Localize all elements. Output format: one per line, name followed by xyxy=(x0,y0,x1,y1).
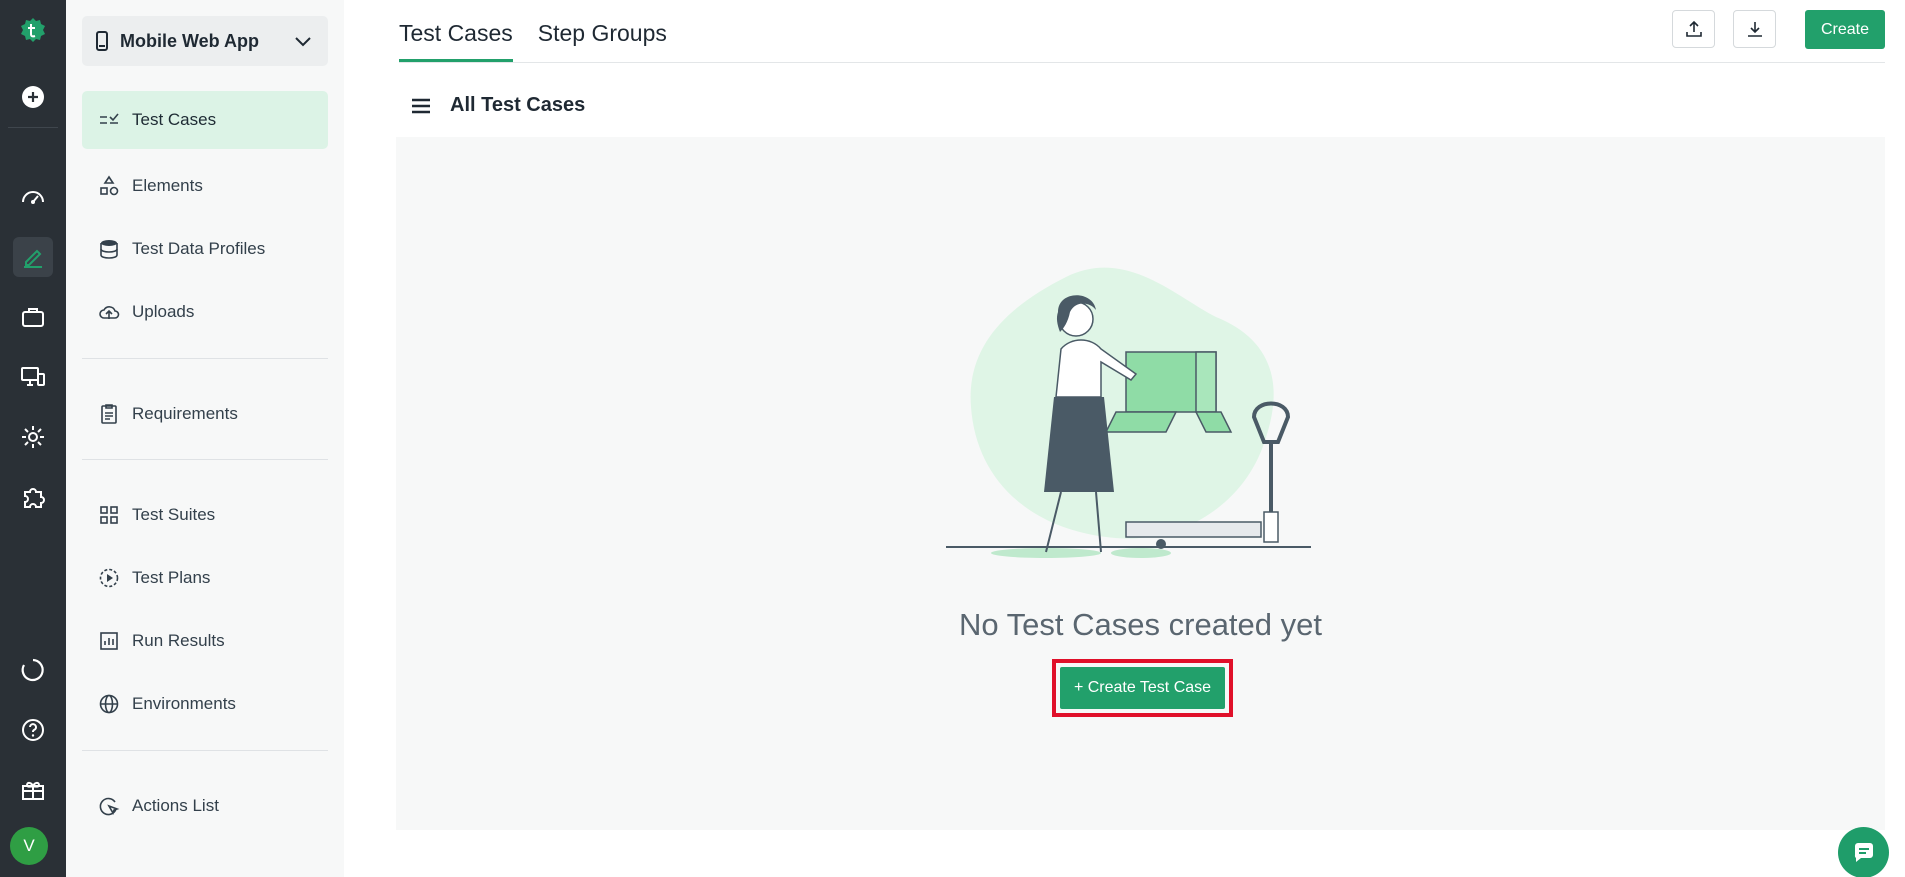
list-title: All Test Cases xyxy=(450,94,586,116)
list-header: All Test Cases xyxy=(410,94,585,117)
sidebar-item-label: Test Plans xyxy=(132,568,211,587)
create-button[interactable]: Create xyxy=(1805,10,1885,49)
sidebar-item-actions-list[interactable]: Actions List xyxy=(82,777,328,835)
sidebar-item-label: Test Suites xyxy=(132,505,216,524)
tab-step-groups[interactable]: Step Groups xyxy=(538,0,667,62)
chat-icon xyxy=(1854,842,1873,862)
devices-icon[interactable] xyxy=(13,357,53,397)
edit-icon[interactable] xyxy=(13,237,53,277)
secondary-sidebar: Mobile Web App Test Cases Elements Test … xyxy=(66,0,344,877)
sidebar-item-environments[interactable]: Environments xyxy=(82,675,328,733)
add-icon[interactable] xyxy=(13,77,53,117)
help-icon[interactable] xyxy=(13,710,53,750)
chevron-down-icon xyxy=(295,37,311,47)
highlight-box: + Create Test Case xyxy=(1052,659,1233,717)
sidebar-divider xyxy=(82,459,328,460)
play-circle-icon xyxy=(99,568,119,588)
sidebar-item-test-suites[interactable]: Test Suites xyxy=(82,486,328,544)
project-name: Mobile Web App xyxy=(120,30,259,51)
sidebar-divider xyxy=(82,750,328,751)
sidebar-item-label: Elements xyxy=(132,176,203,195)
upload-icon xyxy=(1685,20,1702,37)
main-tabs: Test Cases Step Groups xyxy=(399,0,692,62)
chat-support-button[interactable] xyxy=(1838,827,1889,877)
hamburger-menu-icon[interactable] xyxy=(410,95,432,117)
sidebar-item-label: Test Cases xyxy=(132,110,217,129)
export-button[interactable] xyxy=(1733,10,1776,48)
sidebar-item-label: Test Data Profiles xyxy=(132,239,266,258)
puzzle-icon[interactable] xyxy=(13,477,53,517)
empty-state-panel: No Test Cases created yet + Create Test … xyxy=(396,137,1885,830)
tabs-divider xyxy=(399,62,1885,63)
project-selector[interactable]: Mobile Web App xyxy=(82,16,328,66)
sidebar-item-test-plans[interactable]: Test Plans xyxy=(82,549,328,607)
mobile-phone-icon xyxy=(96,31,108,51)
app-rail: V xyxy=(0,0,66,877)
sidebar-item-label: Requirements xyxy=(132,404,238,423)
sidebar-item-label: Run Results xyxy=(132,631,225,650)
download-icon xyxy=(1747,22,1762,37)
clipboard-icon xyxy=(101,404,117,424)
sidebar-item-label: Actions List xyxy=(132,796,219,815)
globe-icon xyxy=(99,694,119,714)
sidebar-divider xyxy=(82,358,328,359)
grid-icon xyxy=(100,506,118,524)
sidebar-item-uploads[interactable]: Uploads xyxy=(82,283,328,341)
dashboard-icon[interactable] xyxy=(13,177,53,217)
sidebar-item-test-cases[interactable]: Test Cases xyxy=(82,91,328,149)
empty-state-title: No Test Cases created yet xyxy=(959,607,1322,642)
cloud-upload-icon xyxy=(99,306,120,319)
sidebar-item-requirements[interactable]: Requirements xyxy=(82,385,328,443)
sidebar-item-label: Environments xyxy=(132,694,236,713)
import-button[interactable] xyxy=(1672,10,1715,48)
sidebar-item-elements[interactable]: Elements xyxy=(82,157,328,215)
tab-test-cases[interactable]: Test Cases xyxy=(399,0,513,62)
rail-divider xyxy=(8,127,58,128)
user-avatar[interactable]: V xyxy=(10,827,48,865)
sidebar-item-test-data-profiles[interactable]: Test Data Profiles xyxy=(82,220,328,278)
sidebar-item-label: Uploads xyxy=(132,302,195,321)
target-cursor-icon xyxy=(99,797,120,816)
settings-gear-icon[interactable] xyxy=(13,417,53,457)
checklist-icon xyxy=(100,113,119,124)
loading-circle-icon[interactable] xyxy=(13,650,53,690)
testsigma-logo-icon[interactable] xyxy=(13,10,53,50)
shapes-icon xyxy=(100,175,119,196)
create-test-case-button[interactable]: + Create Test Case xyxy=(1060,667,1225,709)
bar-chart-icon xyxy=(100,632,118,650)
gift-icon[interactable] xyxy=(13,770,53,810)
sidebar-item-run-results[interactable]: Run Results xyxy=(82,612,328,670)
briefcase-icon[interactable] xyxy=(13,297,53,337)
database-icon xyxy=(100,240,118,259)
empty-state-illustration xyxy=(946,267,1311,558)
